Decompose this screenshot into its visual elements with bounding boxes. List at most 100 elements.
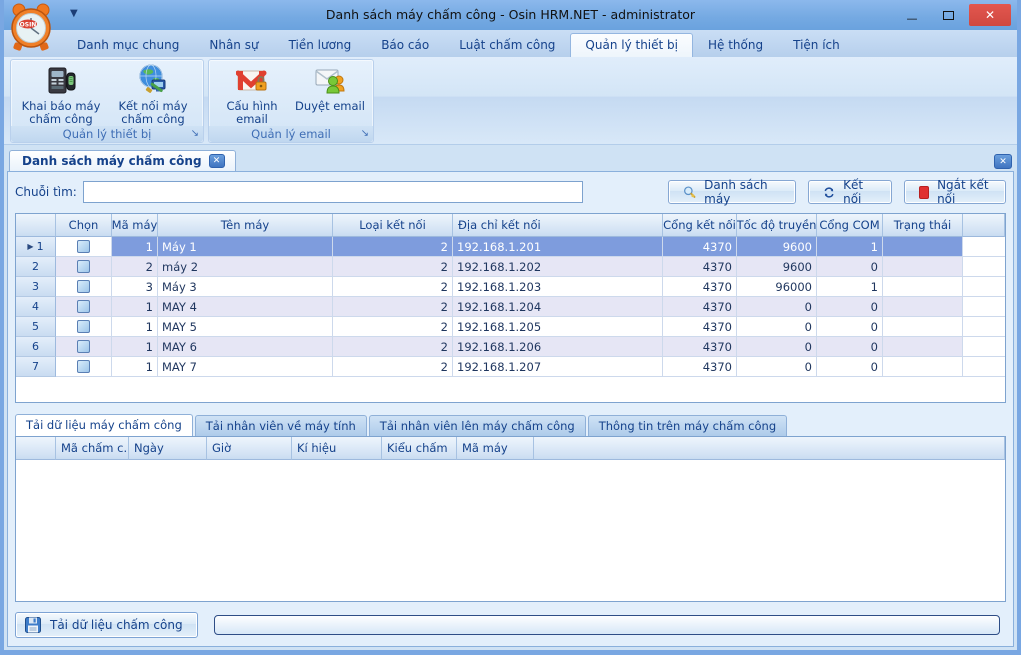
cell[interactable]: 0 — [817, 337, 883, 357]
cell-chon[interactable] — [56, 337, 112, 357]
minimize-icon[interactable] — [897, 5, 927, 25]
cell[interactable]: máy 2 — [158, 257, 333, 277]
cell[interactable]: 0 — [817, 317, 883, 337]
cell[interactable]: 0 — [817, 297, 883, 317]
cell[interactable]: 3 — [112, 277, 158, 297]
cell[interactable]: MAY 5 — [158, 317, 333, 337]
column-header-cong-ket-noi[interactable]: Cổng kết nối — [663, 214, 737, 237]
cell[interactable]: 2 — [333, 297, 453, 317]
ribbon-tab-quan-ly-thiet-bi[interactable]: Quản lý thiết bị — [570, 33, 693, 57]
dialog-launcher-icon[interactable] — [361, 128, 369, 139]
cell-chon[interactable] — [56, 297, 112, 317]
cell[interactable] — [883, 337, 963, 357]
cell[interactable]: 1 — [112, 357, 158, 377]
cell-chon[interactable] — [56, 277, 112, 297]
cell[interactable]: 1 — [112, 317, 158, 337]
search-input[interactable] — [83, 181, 583, 203]
column-header-gio[interactable]: Giờ — [207, 437, 292, 460]
checkbox-unchecked-icon[interactable] — [77, 340, 90, 353]
panel-close-icon[interactable] — [994, 154, 1012, 169]
column-header-kieu-cham[interactable]: Kiểu chấm — [382, 437, 457, 460]
document-tab-danh-sach-may-cham-cong[interactable]: Danh sách máy chấm công — [9, 150, 236, 171]
column-header-ngay[interactable]: Ngày — [129, 437, 207, 460]
cell[interactable]: 4370 — [663, 337, 737, 357]
cell[interactable]: 192.168.1.202 — [453, 257, 663, 277]
cell-chon[interactable] — [56, 257, 112, 277]
cell[interactable]: 4370 — [663, 277, 737, 297]
checkbox-unchecked-icon[interactable] — [77, 240, 90, 253]
cell[interactable]: 2 — [333, 257, 453, 277]
cell[interactable]: 9600 — [737, 257, 817, 277]
cell[interactable]: Máy 3 — [158, 277, 333, 297]
cell[interactable]: 1 — [112, 237, 158, 257]
checkbox-unchecked-icon[interactable] — [77, 320, 90, 333]
cell[interactable]: 0 — [737, 337, 817, 357]
ribbon-tab-nhan-su[interactable]: Nhân sự — [194, 34, 273, 57]
cell[interactable]: 1 — [817, 277, 883, 297]
table-row[interactable]: ▶1 1 Máy 1 2 192.168.1.201 4370 9600 1 — [16, 237, 1005, 257]
khai-bao-may-cham-cong-button[interactable]: Khai báo máy chấm công — [15, 62, 107, 126]
cell[interactable]: MAY 4 — [158, 297, 333, 317]
cell[interactable]: 192.168.1.207 — [453, 357, 663, 377]
checkbox-unchecked-icon[interactable] — [77, 260, 90, 273]
tai-du-lieu-cham-cong-button[interactable]: Tải dữ liệu chấm công — [15, 612, 198, 638]
maximize-icon[interactable] — [933, 5, 963, 25]
cell[interactable]: 0 — [817, 257, 883, 277]
cell[interactable]: 0 — [737, 357, 817, 377]
duyet-email-button[interactable]: Duyệt email — [291, 62, 369, 113]
cell[interactable]: 2 — [333, 237, 453, 257]
column-header-ma-may[interactable]: Mã máy — [457, 437, 534, 460]
checkbox-unchecked-icon[interactable] — [77, 280, 90, 293]
cell[interactable]: Máy 1 — [158, 237, 333, 257]
cell[interactable]: 4370 — [663, 257, 737, 277]
cell-chon[interactable] — [56, 237, 112, 257]
ribbon-tab-tien-ich[interactable]: Tiện ích — [778, 34, 855, 57]
table-row[interactable]: 2 2 máy 2 2 192.168.1.202 4370 9600 0 — [16, 257, 1005, 277]
table-row[interactable]: 5 1 MAY 5 2 192.168.1.205 4370 0 0 — [16, 317, 1005, 337]
cau-hinh-email-button[interactable]: Cấu hình email — [213, 62, 291, 126]
cell[interactable] — [883, 357, 963, 377]
alarm-clock-osin-logo[interactable]: OSIN — [6, 1, 56, 53]
column-header-dia-chi-ket-noi[interactable]: Địa chỉ kết nối — [453, 214, 663, 237]
checkbox-unchecked-icon[interactable] — [77, 300, 90, 313]
cell[interactable]: MAY 6 — [158, 337, 333, 357]
cell[interactable]: 96000 — [737, 277, 817, 297]
cell[interactable]: 9600 — [737, 237, 817, 257]
cell[interactable]: MAY 7 — [158, 357, 333, 377]
ribbon-tab-danh-muc-chung[interactable]: Danh mục chung — [62, 34, 194, 57]
cell[interactable]: 192.168.1.201 — [453, 237, 663, 257]
cell[interactable]: 2 — [333, 337, 453, 357]
close-icon[interactable] — [969, 4, 1011, 26]
cell[interactable]: 0 — [737, 317, 817, 337]
ket-noi-button[interactable]: Kết nối — [808, 180, 892, 204]
cell[interactable]: 192.168.1.205 — [453, 317, 663, 337]
cell[interactable]: 2 — [333, 277, 453, 297]
cell[interactable] — [883, 277, 963, 297]
tab-thong-tin-tren-may-cham-cong[interactable]: Thông tin trên máy chấm công — [588, 415, 787, 436]
ribbon-tab-luat-cham-cong[interactable]: Luật chấm công — [444, 34, 570, 57]
column-header-ma-cham-cong[interactable]: Mã chấm c... — [56, 437, 129, 460]
ribbon-tab-he-thong[interactable]: Hệ thống — [693, 34, 778, 57]
cell[interactable] — [883, 257, 963, 277]
column-header-cong-com[interactable]: Cổng COM — [817, 214, 883, 237]
cell[interactable] — [883, 237, 963, 257]
column-header-ki-hieu[interactable]: Kí hiệu — [292, 437, 382, 460]
cell[interactable] — [883, 317, 963, 337]
tab-tai-nhan-vien-ve-may-tinh[interactable]: Tải nhân viên về máy tính — [195, 415, 367, 436]
table-row[interactable]: 7 1 MAY 7 2 192.168.1.207 4370 0 0 — [16, 357, 1005, 377]
danh-sach-may-button[interactable]: Danh sách máy — [668, 180, 796, 204]
cell-chon[interactable] — [56, 357, 112, 377]
table-row[interactable]: 6 1 MAY 6 2 192.168.1.206 4370 0 0 — [16, 337, 1005, 357]
cell-chon[interactable] — [56, 317, 112, 337]
dialog-launcher-icon[interactable] — [191, 128, 199, 139]
cell[interactable]: 192.168.1.204 — [453, 297, 663, 317]
ribbon-tab-bao-cao[interactable]: Báo cáo — [366, 34, 444, 57]
column-header-ma-may[interactable]: Mã máy — [112, 214, 158, 237]
ngat-ket-noi-button[interactable]: Ngắt kết nối — [904, 180, 1006, 204]
column-header-ten-may[interactable]: Tên máy — [158, 214, 333, 237]
ribbon-tab-tien-luong[interactable]: Tiền lương — [274, 34, 367, 57]
cell[interactable]: 4370 — [663, 297, 737, 317]
cell[interactable] — [883, 297, 963, 317]
cell[interactable]: 192.168.1.206 — [453, 337, 663, 357]
tab-close-icon[interactable] — [209, 154, 225, 168]
